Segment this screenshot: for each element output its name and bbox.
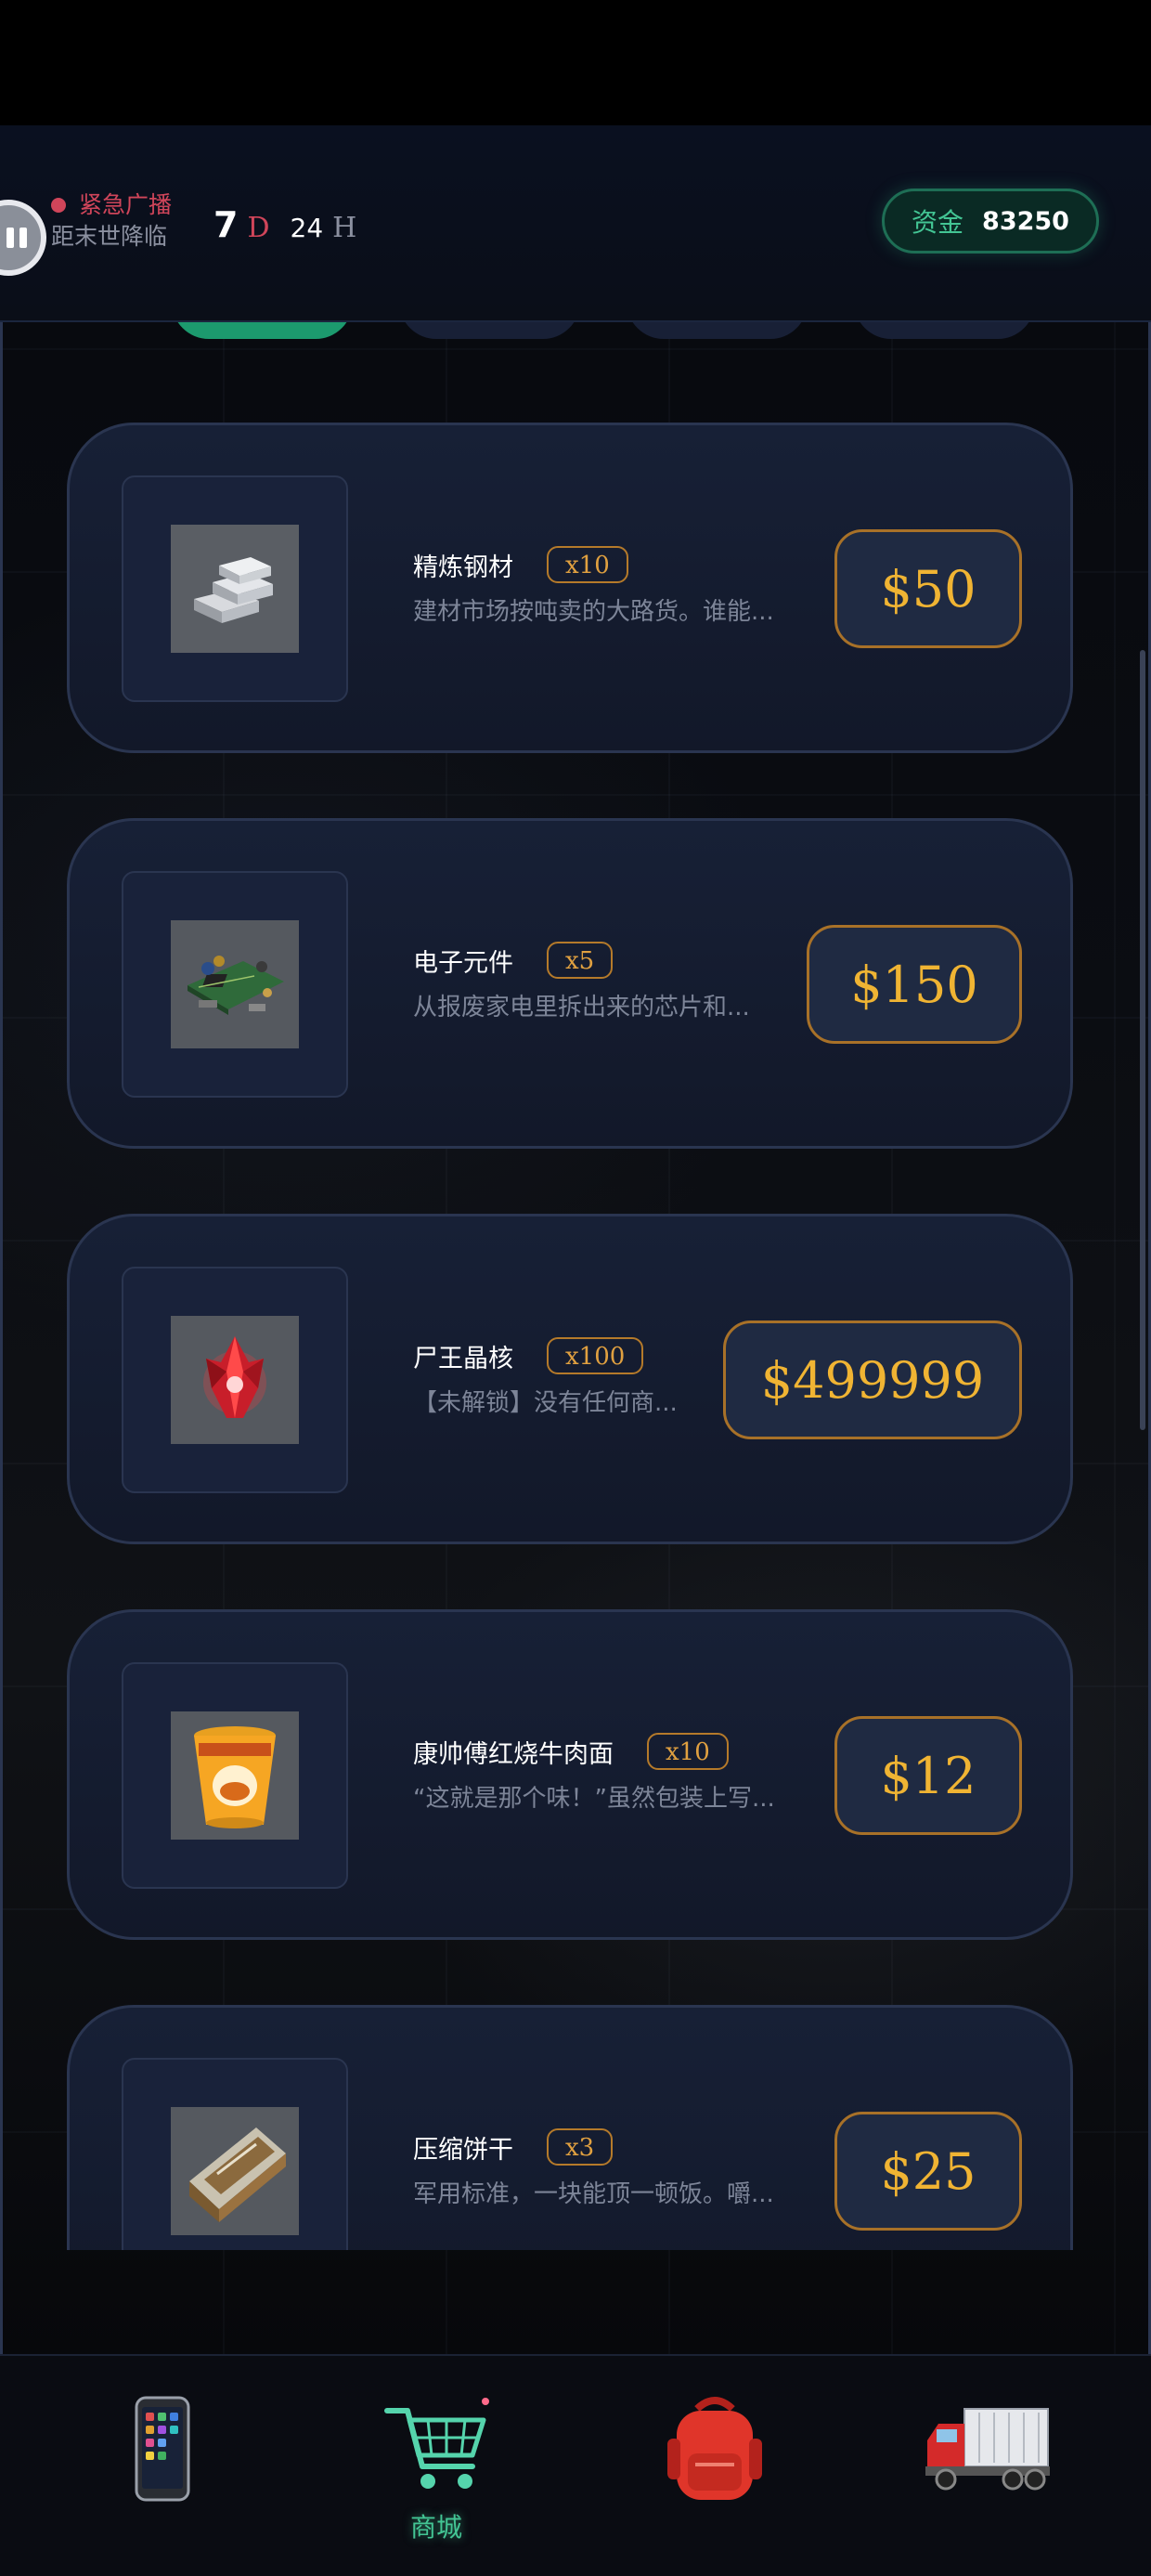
quantity-badge: x10 bbox=[547, 546, 628, 583]
nav-item-shop[interactable]: 商城 bbox=[362, 2388, 511, 2556]
product-name: 精炼钢材 bbox=[413, 553, 513, 582]
pause-button[interactable] bbox=[0, 200, 46, 276]
product-thumbnail bbox=[122, 871, 348, 1098]
backpack-icon bbox=[667, 2397, 762, 2500]
nav-item-phone[interactable] bbox=[88, 2388, 237, 2556]
product-card[interactable]: 尸王晶核 x100 【未解锁】没有任何商... $499999 bbox=[67, 1214, 1073, 1544]
price-label: $12 bbox=[880, 1746, 976, 1805]
funds-value: 83250 bbox=[982, 206, 1069, 236]
top-header: 紧急广播 距末世降临 7 D 24 H 资金 83250 bbox=[0, 125, 1151, 322]
nav-label-shop: 商城 bbox=[409, 2512, 462, 2543]
product-thumbnail bbox=[122, 1662, 348, 1889]
instant-noodle-icon bbox=[171, 1711, 299, 1840]
product-card[interactable]: 压缩饼干 x3 军用标准，一块能顶一顿饭。嚼... $25 bbox=[67, 2005, 1073, 2250]
pause-icon bbox=[6, 228, 14, 248]
price-label: $25 bbox=[880, 2141, 976, 2201]
phone-icon bbox=[135, 2396, 190, 2502]
nav-item-truck[interactable] bbox=[914, 2388, 1063, 2556]
countdown-days: 7 bbox=[213, 204, 239, 245]
quantity-badge: x5 bbox=[547, 942, 614, 979]
product-description: 建材市场按吨卖的大路货。谁能... bbox=[413, 598, 774, 626]
product-description: “这就是那个味！”虽然包装上写... bbox=[413, 1785, 775, 1813]
countdown-hours: 24 bbox=[290, 213, 324, 243]
quantity-badge: x3 bbox=[547, 2128, 614, 2166]
truck-icon bbox=[925, 2408, 1050, 2491]
bottom-navigation: 商城 bbox=[0, 2354, 1151, 2576]
doomsday-countdown: 7 D 24 H bbox=[213, 204, 356, 245]
steel-ingot-icon bbox=[171, 525, 299, 653]
product-name: 压缩饼干 bbox=[413, 2135, 513, 2165]
compressed-biscuit-icon bbox=[171, 2107, 299, 2235]
pause-icon-bar bbox=[19, 228, 27, 248]
product-card[interactable]: 电子元件 x5 从报废家电里拆出来的芯片和... $150 bbox=[67, 818, 1073, 1149]
countdown-hours-unit: H bbox=[332, 212, 357, 244]
funds-badge: 资金 83250 bbox=[882, 189, 1099, 254]
price-label: $150 bbox=[850, 955, 978, 1014]
app-root: 紧急广播 距末世降临 7 D 24 H 资金 83250 精炼钢材 x10 建材… bbox=[0, 0, 1151, 2576]
product-name: 尸王晶核 bbox=[413, 1344, 513, 1373]
price-button[interactable]: $499999 bbox=[723, 1321, 1022, 1439]
price-button[interactable]: $12 bbox=[834, 1716, 1022, 1835]
emergency-broadcast: 紧急广播 距末世降临 bbox=[51, 190, 172, 252]
list-scrollbar[interactable] bbox=[1140, 650, 1145, 1430]
quantity-badge: x100 bbox=[547, 1337, 644, 1374]
price-label: $50 bbox=[880, 559, 976, 618]
product-card[interactable]: 精炼钢材 x10 建材市场按吨卖的大路货。谁能... $50 bbox=[67, 423, 1073, 753]
product-name: 康帅傅红烧牛肉面 bbox=[413, 1739, 614, 1769]
product-list[interactable]: 精炼钢材 x10 建材市场按吨卖的大路货。谁能... $50 电子元件 x5 从… bbox=[0, 320, 1151, 2250]
price-label: $499999 bbox=[760, 1350, 985, 1410]
alert-dot-icon bbox=[51, 198, 66, 213]
shopping-cart-icon bbox=[384, 2398, 489, 2489]
quantity-badge: x10 bbox=[647, 1733, 729, 1770]
nav-item-backpack[interactable] bbox=[640, 2388, 789, 2556]
product-name: 电子元件 bbox=[413, 948, 513, 978]
price-button[interactable]: $150 bbox=[807, 925, 1022, 1044]
price-button[interactable]: $50 bbox=[834, 529, 1022, 648]
red-crystal-icon bbox=[171, 1316, 299, 1444]
countdown-days-unit: D bbox=[247, 212, 270, 244]
product-description: 从报废家电里拆出来的芯片和... bbox=[413, 994, 750, 1021]
circuit-board-icon bbox=[171, 920, 299, 1048]
funds-label: 资金 bbox=[912, 207, 964, 238]
broadcast-title: 紧急广播 bbox=[79, 191, 173, 218]
price-button[interactable]: $25 bbox=[834, 2112, 1022, 2231]
product-thumbnail bbox=[122, 1267, 348, 1493]
product-card[interactable]: 康帅傅红烧牛肉面 x10 “这就是那个味！”虽然包装上写... $12 bbox=[67, 1609, 1073, 1940]
product-description: 军用标准，一块能顶一顿饭。嚼... bbox=[413, 2180, 774, 2208]
product-thumbnail bbox=[122, 2058, 348, 2250]
product-thumbnail bbox=[122, 475, 348, 702]
broadcast-subtitle: 距末世降临 bbox=[51, 223, 168, 250]
product-description: 【未解锁】没有任何商... bbox=[413, 1389, 678, 1417]
